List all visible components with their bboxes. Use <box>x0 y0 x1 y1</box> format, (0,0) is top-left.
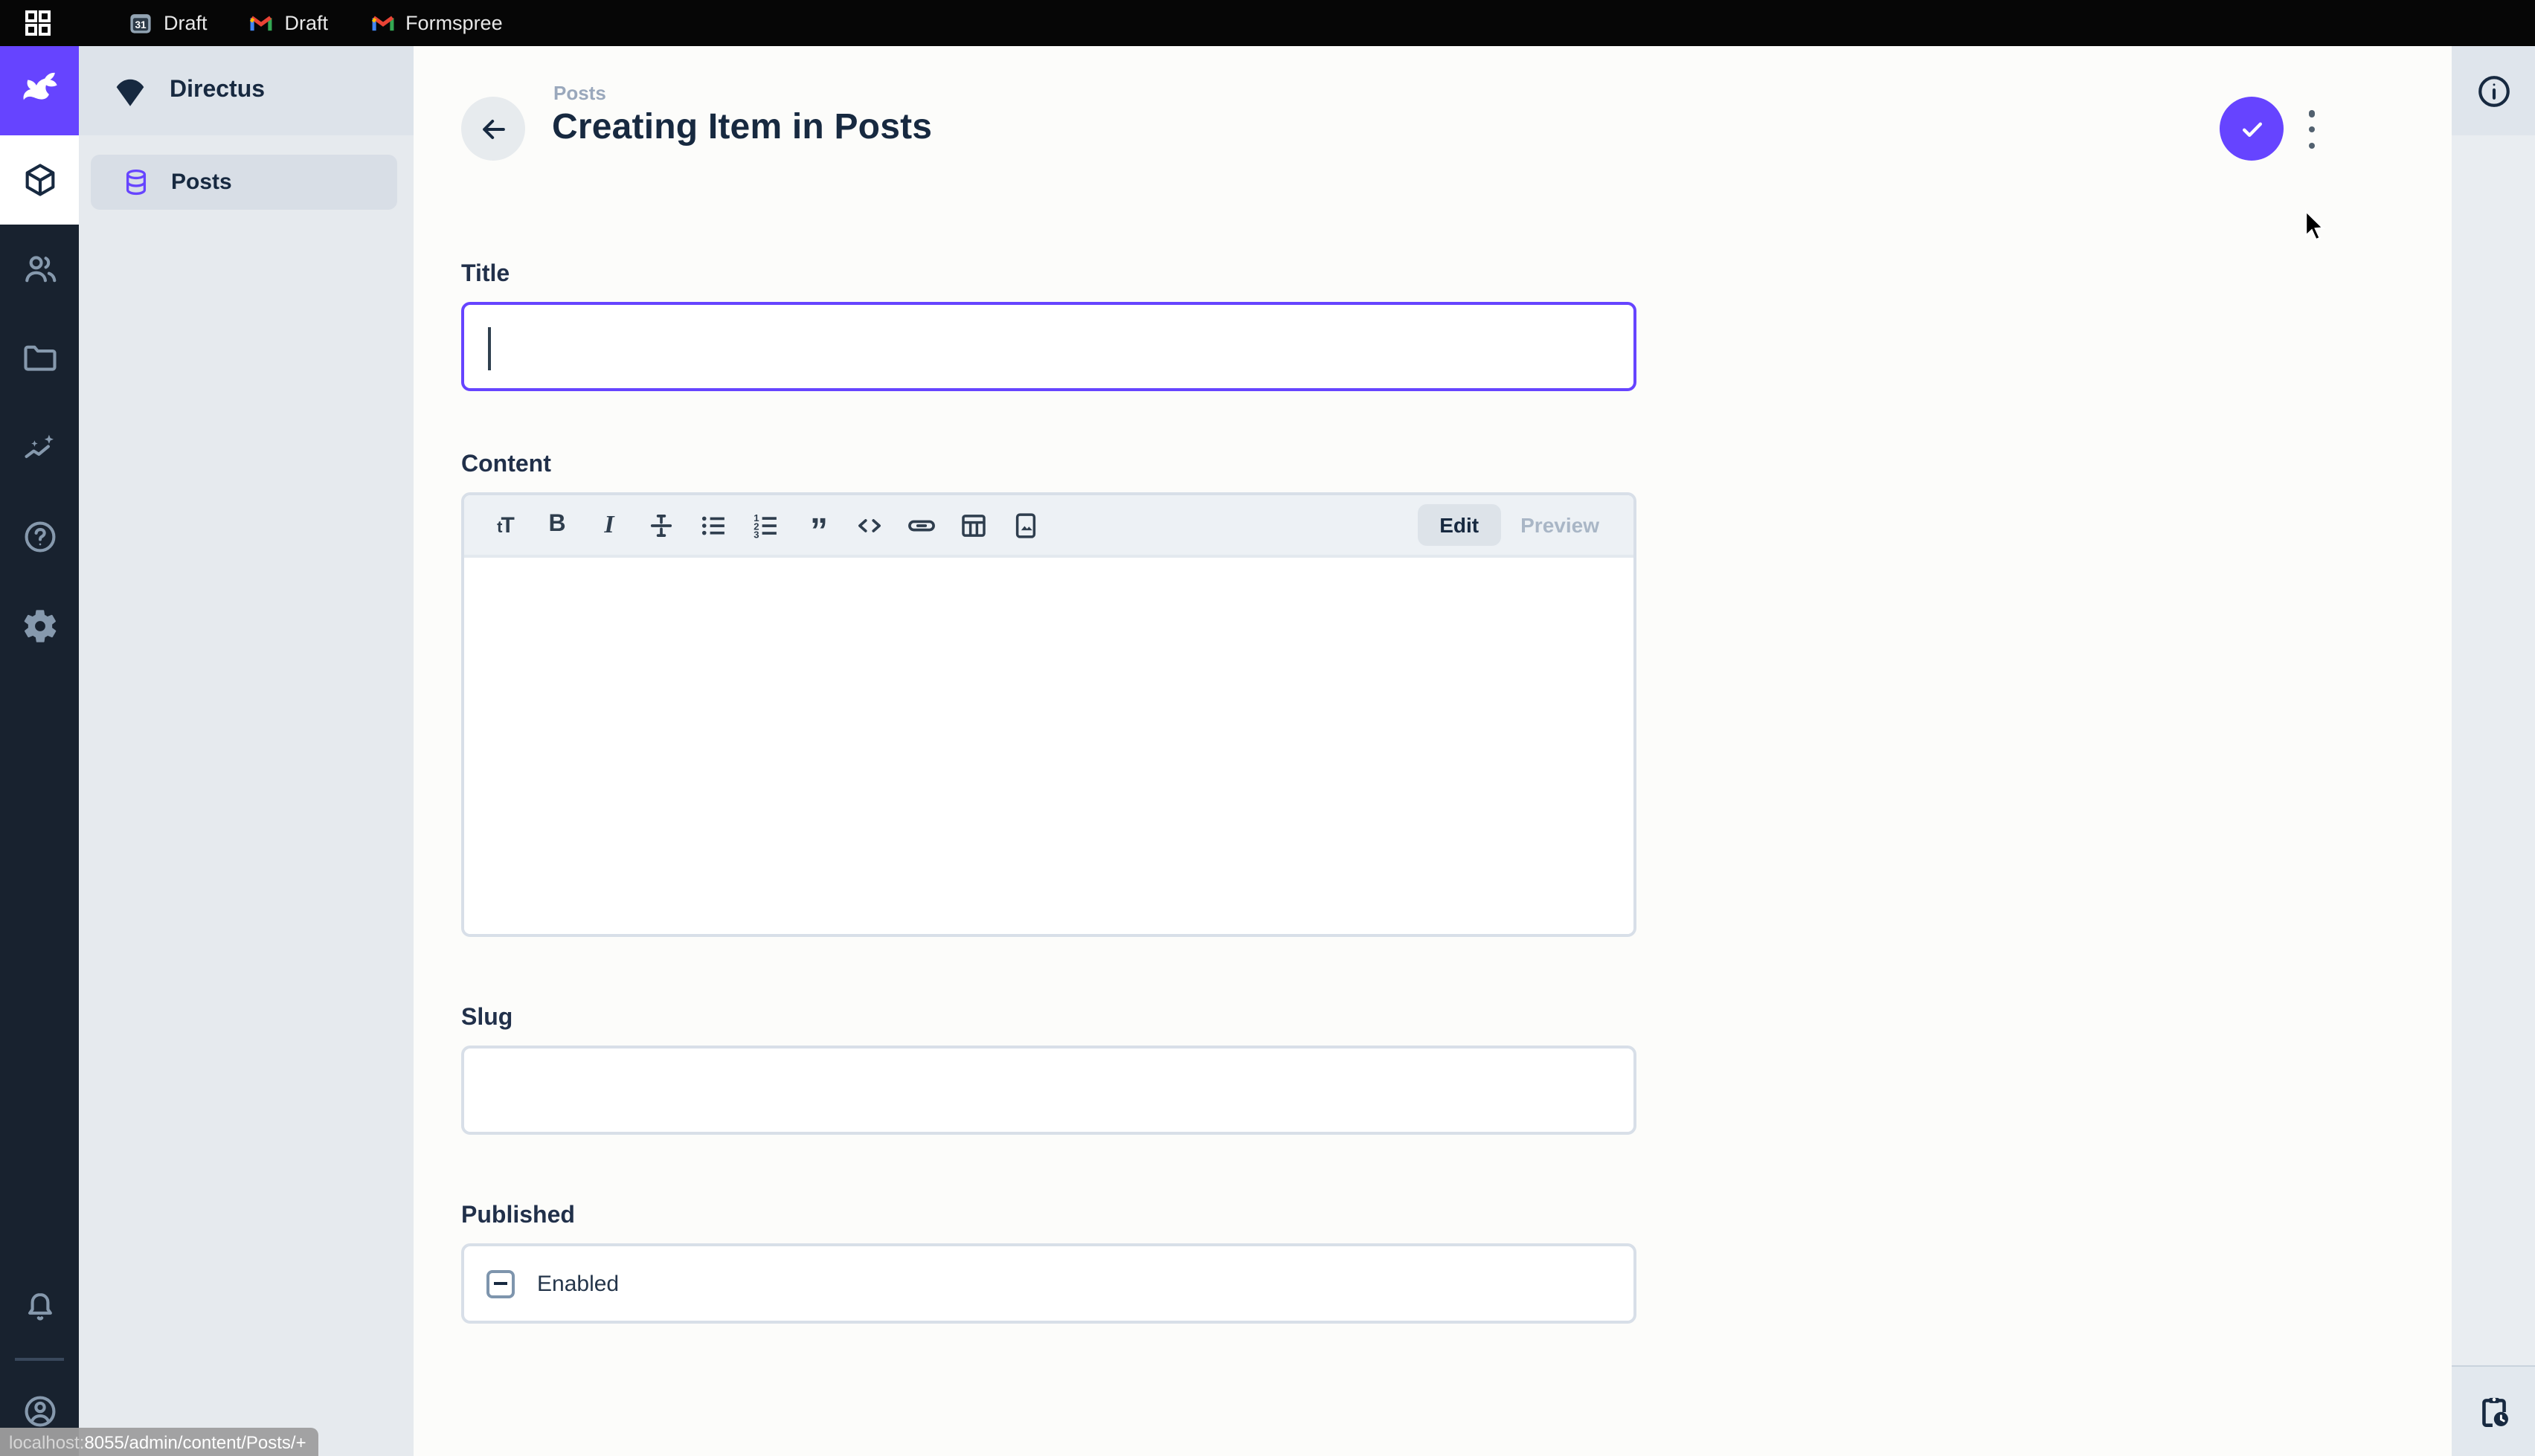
status-host: localhost: <box>9 1431 84 1452</box>
numbered-list-icon[interactable]: 1 2 3 <box>739 503 791 547</box>
page-header: Posts Creating Item in Posts <box>414 46 2452 210</box>
gmail-icon <box>249 10 274 36</box>
bookmark-label: Draft <box>285 12 329 34</box>
tab-edit[interactable]: Edit <box>1417 504 1501 546</box>
check-icon <box>2237 114 2266 144</box>
browser-bookmarks-bar: 31 Draft Draft <box>0 0 2535 46</box>
module-insights[interactable] <box>0 403 79 492</box>
markdown-editor: tT B I <box>461 492 1636 937</box>
info-button[interactable] <box>2452 46 2535 135</box>
field-content: Content tT B I <box>461 452 1636 937</box>
browser-status-bubble: localhost:8055/admin/content/Posts/+ <box>0 1428 318 1456</box>
link-icon[interactable] <box>896 503 948 547</box>
title-input[interactable] <box>461 302 1636 391</box>
revisions-button[interactable] <box>2452 1365 2535 1456</box>
checkbox-indeterminate-icon[interactable] <box>486 1269 515 1298</box>
field-slug: Slug <box>461 1005 1636 1135</box>
image-icon[interactable] <box>1000 503 1052 547</box>
right-sidebar-rail <box>2452 46 2535 1456</box>
field-label: Title <box>461 262 1636 289</box>
code-icon[interactable] <box>844 503 896 547</box>
field-published: Published Enabled <box>461 1203 1636 1324</box>
nav-sidebar: Directus Posts <box>79 46 414 1456</box>
heading-icon[interactable]: tT <box>479 503 531 547</box>
arrow-left-icon <box>477 112 510 145</box>
avatar-icon <box>20 1392 59 1431</box>
editor-toolbar: tT B I <box>464 495 1633 558</box>
page-title: Creating Item in Posts <box>552 107 932 149</box>
table-icon[interactable] <box>948 503 1000 547</box>
project-name: Directus <box>170 77 265 104</box>
bookmark-label: Formspree <box>405 12 503 34</box>
modulebar-divider <box>15 1358 64 1361</box>
bell-icon <box>20 1288 59 1327</box>
module-bar <box>0 46 79 1456</box>
people-icon <box>20 250 59 289</box>
mouse-cursor <box>2304 210 2330 245</box>
slug-input[interactable] <box>461 1046 1636 1135</box>
field-label: Published <box>461 1203 1636 1230</box>
bookmark-draft-gmail[interactable]: Draft <box>231 4 347 42</box>
gmail-icon <box>370 10 395 36</box>
field-title: Title <box>461 262 1636 391</box>
field-label: Slug <box>461 1005 1636 1032</box>
save-button[interactable] <box>2220 97 2284 161</box>
back-button[interactable] <box>461 97 525 161</box>
help-icon <box>20 518 59 556</box>
sidebar-item-posts[interactable]: Posts <box>91 155 397 210</box>
rabbit-icon <box>14 65 65 116</box>
field-label: Content <box>461 452 1636 479</box>
strikethrough-icon[interactable] <box>635 503 687 547</box>
bookmark-label: Draft <box>164 12 208 34</box>
module-settings[interactable] <box>0 582 79 671</box>
status-path: 8055/admin/content/Posts/+ <box>84 1431 306 1452</box>
info-icon <box>2475 72 2512 109</box>
module-files[interactable] <box>0 314 79 403</box>
more-options-button[interactable] <box>2298 110 2325 149</box>
clipboard-clock-icon <box>2475 1393 2512 1430</box>
bookmark-draft-calendar[interactable]: 31 Draft <box>110 4 225 42</box>
directus-logo[interactable] <box>0 46 79 135</box>
breadcrumb[interactable]: Posts <box>553 82 606 104</box>
tab-preview[interactable]: Preview <box>1501 504 1619 546</box>
module-users[interactable] <box>0 225 79 314</box>
published-toggle[interactable]: Enabled <box>461 1243 1636 1324</box>
folder-icon <box>20 339 59 378</box>
directus-app: 31 Draft Draft <box>0 0 2535 1456</box>
cube-icon <box>20 161 59 199</box>
notifications-button[interactable] <box>0 1263 79 1352</box>
svg-text:3: 3 <box>754 528 759 539</box>
apps-grid-icon[interactable] <box>12 4 62 42</box>
bookmark-formspree[interactable]: Formspree <box>352 4 521 42</box>
calendar-icon: 31 <box>128 10 153 36</box>
module-docs[interactable] <box>0 492 79 582</box>
gear-icon <box>20 607 59 645</box>
sidebar-item-label: Posts <box>171 170 232 195</box>
blockquote-icon[interactable]: ” <box>791 503 844 547</box>
editor-body[interactable] <box>464 558 1633 937</box>
svg-text:31: 31 <box>135 19 147 30</box>
module-content[interactable] <box>0 135 79 225</box>
bold-icon[interactable]: B <box>531 503 583 547</box>
italic-icon[interactable]: I <box>583 503 635 547</box>
checkbox-label: Enabled <box>537 1271 619 1296</box>
bullet-list-icon[interactable] <box>687 503 739 547</box>
fan-icon <box>112 72 149 109</box>
insights-icon <box>20 428 59 467</box>
project-header[interactable]: Directus <box>79 46 414 135</box>
text-caret <box>488 327 490 370</box>
main-content: Posts Creating Item in Posts Title <box>414 46 2452 1456</box>
database-icon <box>121 167 152 198</box>
